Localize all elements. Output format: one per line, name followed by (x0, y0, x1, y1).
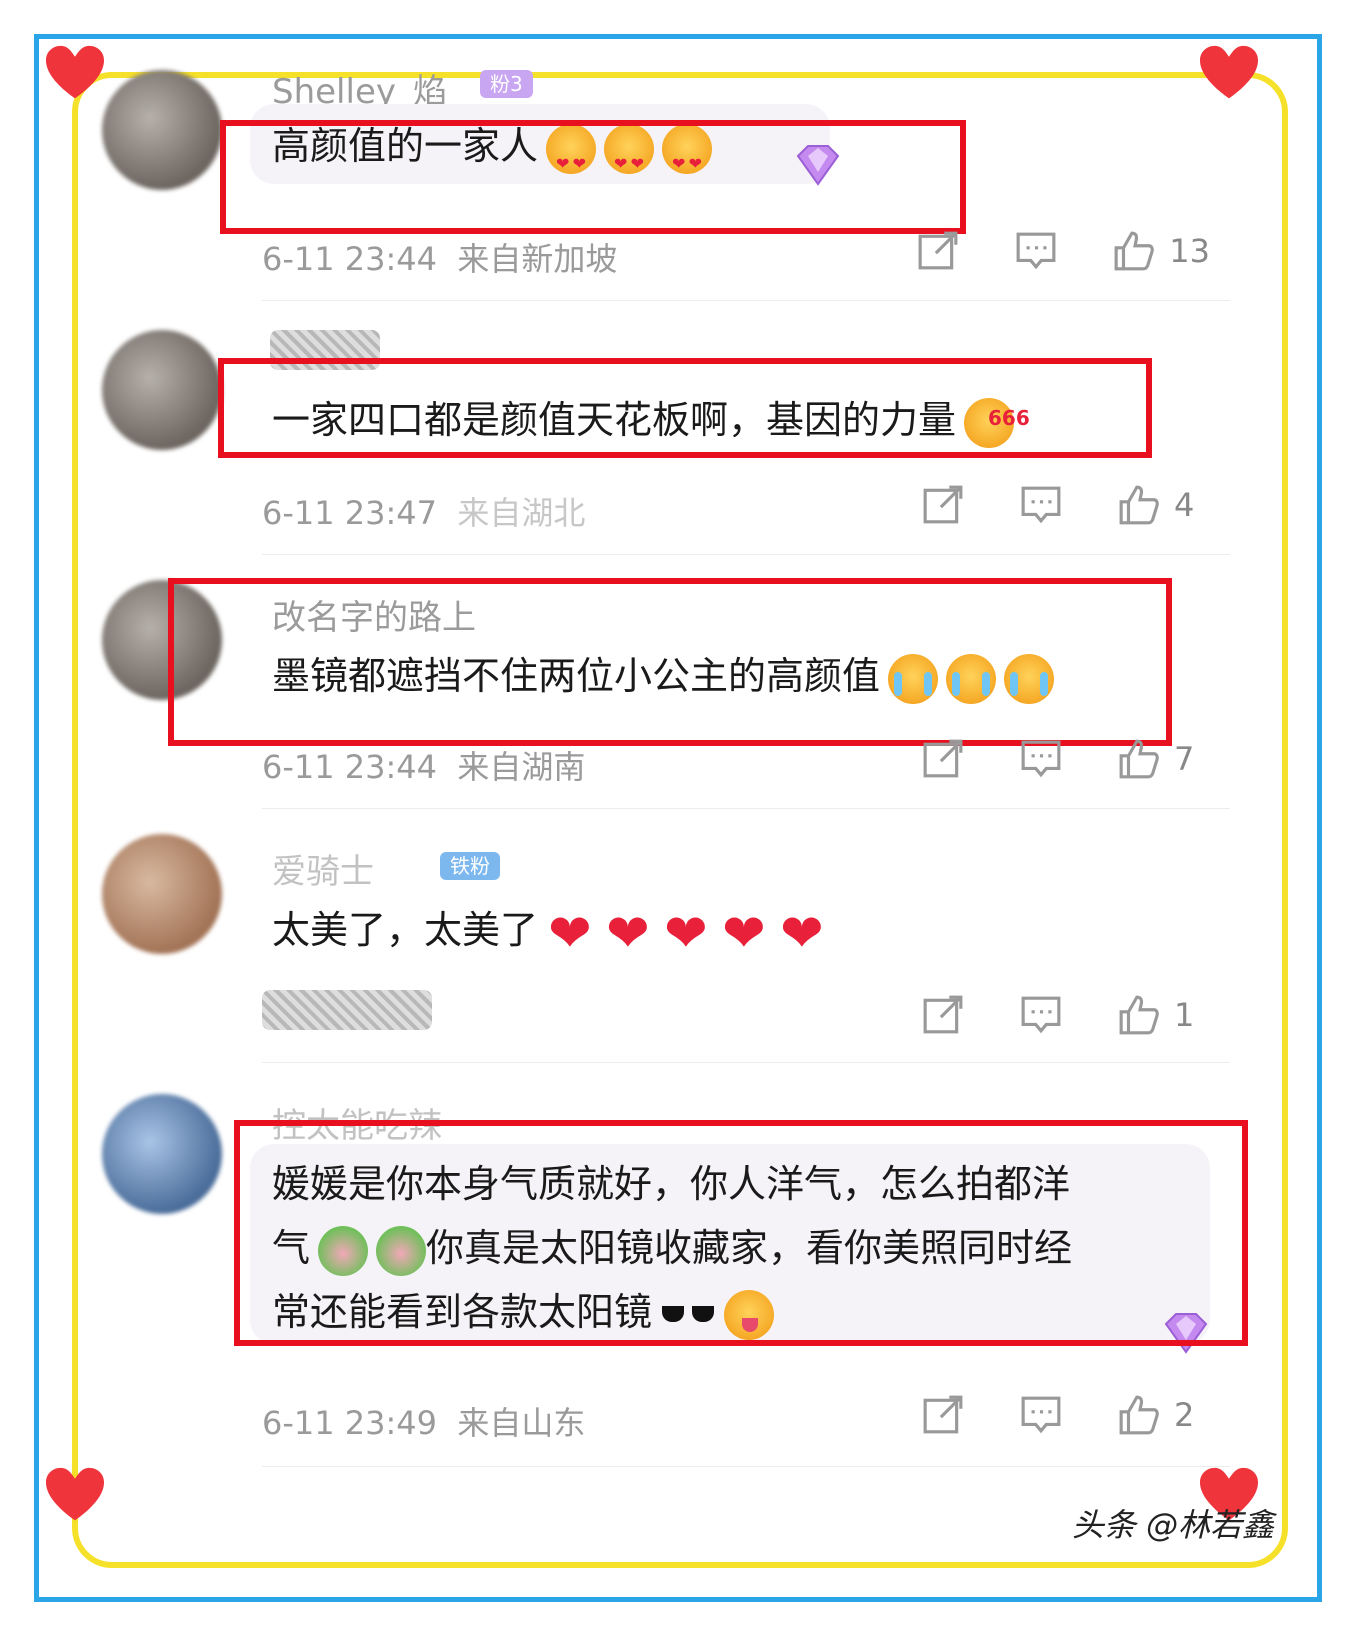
like-icon[interactable] (1118, 994, 1160, 1036)
red-heart-emoji-icon (546, 902, 596, 966)
comment-icon[interactable] (1020, 738, 1062, 780)
divider (262, 1062, 1230, 1063)
comment-text-content: 太美了，太美了 (272, 908, 539, 952)
fan-badge: 铁粉 (440, 852, 500, 880)
share-icon[interactable] (922, 1394, 964, 1436)
comment-actions: 4 (866, 484, 1210, 526)
watermark: 头条 @林若鑫 (1071, 1506, 1274, 1544)
comment-meta: 6-11 23:44 来自湖南 (262, 742, 585, 788)
timestamp: 6-11 23:47 (262, 494, 438, 532)
timestamp: 6-11 23:49 (262, 1404, 438, 1442)
heart-icon (46, 1466, 104, 1524)
location: 来自湖南 (457, 748, 586, 786)
highlight-box (168, 578, 1172, 746)
comment-meta: 6-11 23:44 来自新加坡 (262, 234, 617, 280)
share-icon[interactable] (922, 484, 964, 526)
comment-meta: 6-11 23:47 来自湖北 (262, 488, 585, 534)
red-heart-emoji-icon (604, 902, 654, 966)
like-icon[interactable] (1118, 1394, 1160, 1436)
like-count: 7 (1174, 740, 1195, 778)
red-heart-emoji-icon (778, 902, 828, 966)
location: 来自新加坡 (457, 240, 618, 278)
red-heart-emoji-icon (720, 902, 770, 966)
heart-icon (46, 44, 104, 102)
timestamp: 6-11 23:44 (262, 240, 438, 278)
like-icon[interactable] (1113, 230, 1155, 272)
comment-icon[interactable] (1020, 994, 1062, 1036)
avatar[interactable] (102, 834, 222, 954)
redacted-meta (262, 990, 432, 1030)
divider (262, 300, 1230, 301)
like-count: 13 (1169, 232, 1210, 270)
comment-actions: 13 (861, 230, 1210, 272)
avatar[interactable] (102, 70, 222, 190)
comment-actions: 7 (866, 738, 1210, 780)
like-icon[interactable] (1118, 484, 1160, 526)
comment-meta: 6-11 23:49 来自山东 (262, 1398, 585, 1444)
fan-badge: 粉3 (480, 70, 533, 98)
share-icon[interactable] (917, 230, 959, 272)
comment-icon[interactable] (1020, 1394, 1062, 1436)
heart-icon (1200, 44, 1258, 102)
avatar[interactable] (102, 1094, 222, 1214)
share-icon[interactable] (922, 994, 964, 1036)
comment-icon[interactable] (1020, 484, 1062, 526)
share-icon[interactable] (922, 738, 964, 780)
avatar[interactable] (102, 330, 222, 450)
like-count: 1 (1174, 996, 1195, 1034)
like-count: 2 (1174, 1396, 1195, 1434)
comment-icon[interactable] (1015, 230, 1057, 272)
location: 来自山东 (457, 1404, 586, 1442)
divider (262, 1466, 1230, 1467)
comment-actions: 1 (866, 994, 1210, 1036)
divider (262, 554, 1230, 555)
like-icon[interactable] (1118, 738, 1160, 780)
like-count: 4 (1174, 486, 1195, 524)
highlight-box (220, 120, 966, 234)
location: 来自湖北 (457, 494, 586, 532)
highlight-box (218, 358, 1152, 458)
comment-text: 太美了，太美了 (272, 898, 828, 966)
red-heart-emoji-icon (662, 902, 712, 966)
highlight-box (234, 1120, 1248, 1346)
timestamp: 6-11 23:44 (262, 748, 438, 786)
username[interactable]: 爱骑士 (272, 844, 374, 893)
divider (262, 808, 1230, 809)
comment-actions: 2 (866, 1394, 1210, 1436)
